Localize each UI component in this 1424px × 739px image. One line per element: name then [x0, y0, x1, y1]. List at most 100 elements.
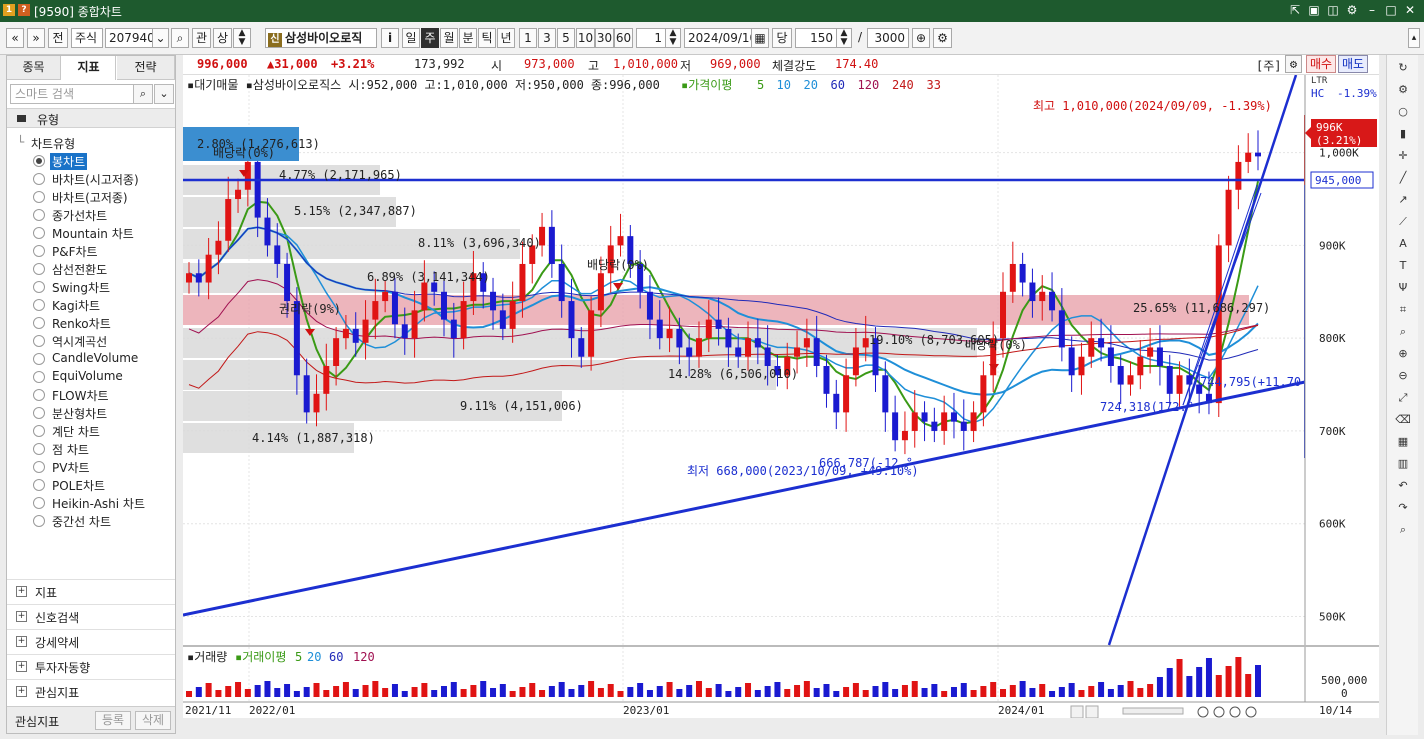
radio-button[interactable] — [33, 389, 45, 401]
date-input[interactable]: 2024/09/10 — [684, 28, 757, 48]
toolbar-scroll-icon[interactable]: ▴ — [1408, 28, 1420, 48]
fib-icon[interactable]: Ψ — [1393, 279, 1413, 297]
price-chart[interactable]: 2.80% (1,276,613) 4.77% (2,171,965) 5.15… — [183, 75, 1379, 718]
measure-icon[interactable]: ⤢ — [1393, 389, 1413, 407]
register-button[interactable]: 등록 — [95, 711, 131, 730]
section-type[interactable]: 유형 — [7, 108, 175, 128]
capture-icon[interactable]: ◫ — [1325, 2, 1341, 18]
zoom-in-icon[interactable]: ⊕ — [1393, 345, 1413, 363]
radio-button[interactable] — [33, 443, 45, 455]
radio-button[interactable] — [33, 497, 45, 509]
interval-30[interactable]: 30 — [595, 28, 614, 48]
radio-button[interactable] — [33, 155, 45, 167]
radio-button[interactable] — [33, 263, 45, 275]
sell-button[interactable]: 매도 — [1338, 55, 1368, 73]
info-icon[interactable]: 1 — [3, 4, 15, 16]
radio-button[interactable] — [33, 371, 45, 383]
group-favorite[interactable]: + 관심지표 — [7, 679, 175, 703]
period-month[interactable]: 월 — [440, 28, 458, 48]
period-tick[interactable]: 틱 — [478, 28, 496, 48]
radio-button[interactable] — [33, 353, 45, 365]
grid-icon[interactable]: ▦ — [1393, 433, 1413, 451]
settings-icon[interactable]: ⚙ — [1393, 81, 1413, 99]
chart-area[interactable]: 2.80% (1,276,613) 4.77% (2,171,965) 5.15… — [183, 75, 1379, 718]
order-button[interactable]: 상 — [213, 28, 232, 48]
search-icon[interactable]: ⌕ — [1393, 521, 1413, 539]
info-button[interactable]: i — [381, 28, 399, 48]
undo-icon[interactable]: ↶ — [1393, 477, 1413, 495]
text-icon[interactable]: T — [1393, 257, 1413, 275]
market-select[interactable]: 주식 — [71, 28, 103, 48]
delete-icon[interactable]: ⌫ — [1393, 411, 1413, 429]
minimize-icon[interactable]: – — [1364, 2, 1380, 18]
zoom-out-icon[interactable]: ⊖ — [1393, 367, 1413, 385]
group-indicator[interactable]: + 지표 — [7, 579, 175, 603]
watch-button[interactable]: 관 — [192, 28, 211, 48]
zoom-plus-icon[interactable]: ⊕ — [912, 28, 930, 48]
gear-icon[interactable]: ⚙ — [1344, 2, 1360, 18]
refresh-icon[interactable]: ↻ — [1393, 59, 1413, 77]
search-icon[interactable]: ⌕ — [133, 84, 153, 104]
nav-prev-button[interactable]: « — [6, 28, 24, 48]
prev-button[interactable]: 전 — [48, 28, 68, 48]
radio-button[interactable] — [33, 173, 45, 185]
bar-icon[interactable]: ▮ — [1393, 125, 1413, 143]
calendar-icon[interactable]: ▦ — [751, 28, 769, 48]
close-icon[interactable]: ✕ — [1402, 2, 1418, 18]
code-dropdown-icon[interactable]: ⌄ — [152, 28, 169, 48]
maximize-icon[interactable]: □ — [1383, 2, 1399, 18]
radio-button[interactable] — [33, 281, 45, 293]
interval-5[interactable]: 5 — [557, 28, 575, 48]
chart-settings-icon[interactable]: ⚙ — [1285, 55, 1302, 73]
interval-1[interactable]: 1 — [519, 28, 537, 48]
radio-button[interactable] — [33, 317, 45, 329]
unit-input[interactable]: 1 — [636, 28, 666, 48]
help-icon[interactable]: ? — [18, 4, 30, 16]
link-icon[interactable]: ⇱ — [1287, 2, 1303, 18]
spin-icon[interactable]: ▲ ▼ — [233, 28, 251, 48]
radio-button[interactable] — [33, 407, 45, 419]
stock-name-field[interactable]: 신 삼성바이오로직 — [265, 28, 377, 48]
circle-icon[interactable]: ○ — [1393, 103, 1413, 121]
radio-button[interactable] — [33, 299, 45, 311]
zoom-icon[interactable]: ⌕ — [1393, 323, 1413, 341]
group-signal[interactable]: + 신호검색 — [7, 604, 175, 628]
radio-button[interactable] — [33, 479, 45, 491]
buy-button[interactable]: 매수 — [1306, 55, 1336, 73]
toolbar-settings-icon[interactable]: ⚙ — [933, 28, 952, 48]
period-year[interactable]: 년 — [497, 28, 515, 48]
columns-icon[interactable]: ▥ — [1393, 455, 1413, 473]
radio-button[interactable] — [33, 191, 45, 203]
delete-button[interactable]: 삭제 — [135, 711, 171, 730]
radio-button[interactable] — [33, 335, 45, 347]
auto-icon[interactable]: A — [1393, 235, 1413, 253]
search-icon[interactable]: ⌕ — [171, 28, 189, 48]
nav-down-button[interactable]: » — [27, 28, 45, 48]
unit-spin-icon[interactable]: ▲ ▼ — [665, 28, 681, 48]
interval-60[interactable]: 60 — [614, 28, 633, 48]
ray-icon[interactable]: ↗ — [1393, 191, 1413, 209]
tab-stock[interactable]: 종목 — [7, 56, 61, 80]
interval-10[interactable]: 10 — [576, 28, 595, 48]
count-input[interactable]: 150 — [795, 28, 837, 48]
tab-indicator[interactable]: 지표 — [62, 56, 116, 80]
trend-icon[interactable]: ⟋ — [1393, 213, 1413, 231]
radio-button[interactable] — [33, 245, 45, 257]
code-input[interactable]: 207940 — [105, 28, 155, 48]
interval-3[interactable]: 3 — [538, 28, 556, 48]
total-input[interactable]: 3000 — [867, 28, 909, 48]
tab-strategy[interactable]: 전략 — [117, 56, 175, 80]
radio-button[interactable] — [33, 461, 45, 473]
pattern-icon[interactable]: ⌗ — [1393, 301, 1413, 319]
redo-icon[interactable]: ↷ — [1393, 499, 1413, 517]
chart-scroll-controls[interactable] — [1070, 705, 1257, 718]
radio-button[interactable] — [33, 425, 45, 437]
radio-button[interactable] — [33, 515, 45, 527]
cross-icon[interactable]: ✛ — [1393, 147, 1413, 165]
group-investor[interactable]: + 투자자동향 — [7, 654, 175, 678]
period-minute[interactable]: 분 — [459, 28, 477, 48]
period-week[interactable]: 주 — [421, 28, 439, 48]
today-button[interactable]: 당 — [772, 28, 792, 48]
window-icon[interactable]: ▣ — [1306, 2, 1322, 18]
expand-icon[interactable]: ⌄ — [154, 84, 174, 104]
